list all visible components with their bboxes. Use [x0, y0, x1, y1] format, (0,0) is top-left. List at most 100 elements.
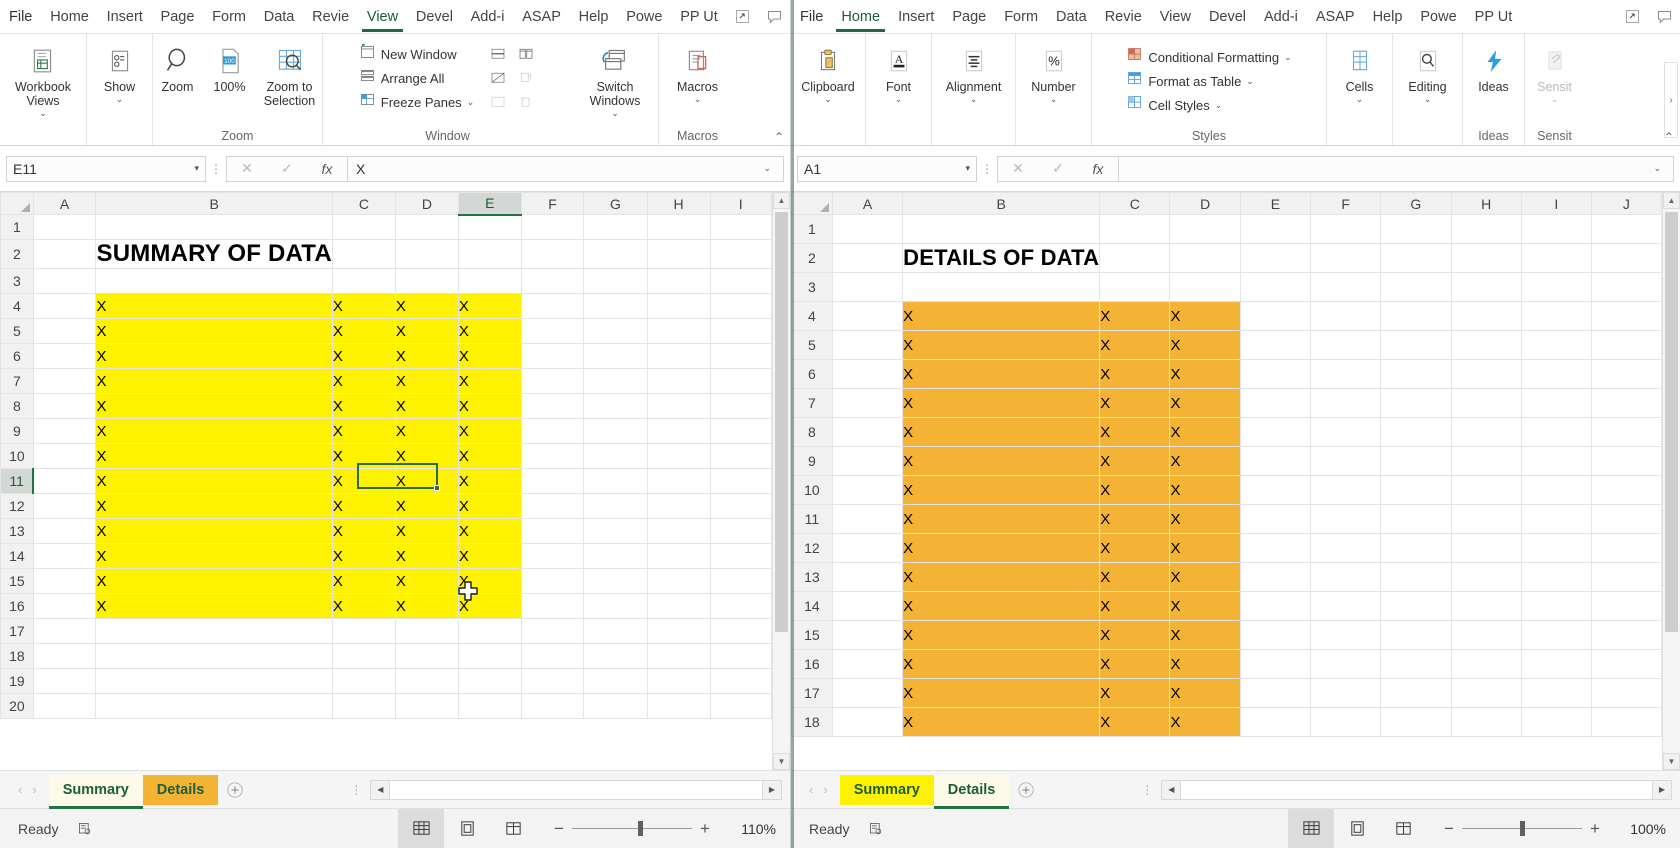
cell-F11[interactable]	[1309, 504, 1382, 534]
cell-G7[interactable]	[1380, 388, 1452, 418]
cell-F8[interactable]	[1309, 417, 1382, 447]
cell-C12[interactable]: X	[331, 493, 396, 519]
cell-F1[interactable]	[1309, 214, 1382, 244]
cell-E14[interactable]: X	[457, 543, 522, 569]
cell-I19[interactable]	[709, 668, 772, 694]
cell-C1[interactable]	[1099, 214, 1171, 244]
row-header-19[interactable]: 19	[0, 668, 34, 694]
ribbon-tab-page[interactable]: Page	[152, 0, 204, 33]
hscroll-right-button[interactable]: ▶	[1652, 779, 1672, 800]
cell-H11[interactable]	[1450, 504, 1522, 534]
cell-D14[interactable]: X	[1169, 591, 1241, 621]
ribbon-tab-pp-ut[interactable]: PP Ut	[1466, 0, 1522, 33]
row-header-17[interactable]: 17	[791, 678, 833, 708]
cell-I8[interactable]	[1520, 417, 1592, 447]
cell-E17[interactable]	[1239, 678, 1312, 708]
cell-D20[interactable]	[394, 693, 459, 719]
cell-G9[interactable]	[583, 418, 648, 444]
row-header-20[interactable]: 20	[0, 693, 34, 719]
cell-E8[interactable]: X	[457, 393, 522, 419]
cell-H17[interactable]	[646, 618, 711, 644]
column-header-F[interactable]: F	[1309, 192, 1382, 215]
row-header-7[interactable]: 7	[791, 388, 833, 418]
view-side-by-side-icon-button[interactable]	[513, 44, 539, 65]
cell-C14[interactable]: X	[331, 543, 396, 569]
cell-G11[interactable]	[1380, 504, 1452, 534]
cell-D3[interactable]	[1169, 272, 1241, 302]
cell-C10[interactable]: X	[331, 443, 396, 469]
cell-F6[interactable]	[520, 343, 585, 369]
page-break-preview-button-right[interactable]	[1380, 809, 1426, 848]
cell-E11[interactable]	[1239, 504, 1312, 534]
cell-C7[interactable]: X	[331, 368, 396, 394]
chevron-down-icon[interactable]: ⌄	[824, 95, 832, 104]
ribbon-tab-home[interactable]: Home	[832, 0, 889, 33]
hscroll-right-button[interactable]: ▶	[762, 779, 782, 800]
cell-F7[interactable]	[520, 368, 585, 394]
chevron-down-icon[interactable]: ⌄	[1356, 95, 1364, 104]
sheet-tab-summary[interactable]: Summary	[48, 774, 143, 809]
cell-B8[interactable]: X	[902, 417, 1101, 447]
cell-A5[interactable]	[32, 318, 97, 344]
tab-split-grip[interactable]: ⋮	[1133, 783, 1161, 797]
cell-E1[interactable]	[457, 214, 522, 240]
cell-B13[interactable]: X	[902, 562, 1101, 592]
cell-B3[interactable]	[95, 268, 333, 294]
horizontal-scrollbar[interactable]: ◀ ▶	[1161, 779, 1672, 801]
cell-J10[interactable]	[1590, 475, 1662, 505]
cell-I1[interactable]	[1520, 214, 1592, 244]
cell-J6[interactable]	[1590, 359, 1662, 389]
cell-E20[interactable]	[457, 693, 522, 719]
cell-E12[interactable]	[1239, 533, 1312, 563]
cell-J1[interactable]	[1590, 214, 1662, 244]
cell-E7[interactable]: X	[457, 368, 522, 394]
cell-H8[interactable]	[646, 393, 711, 419]
cell-H6[interactable]	[1450, 359, 1522, 389]
ribbon-tab-data[interactable]: Data	[255, 0, 303, 33]
cell-A1[interactable]	[32, 214, 97, 240]
cell-A18[interactable]	[32, 643, 97, 669]
cell-E5[interactable]	[1239, 330, 1312, 360]
cell-E6[interactable]: X	[457, 343, 522, 369]
cell-F16[interactable]	[1309, 649, 1382, 679]
zoom-100-button[interactable]: 100 100%	[205, 40, 255, 94]
ribbon-tab-form[interactable]: Form	[995, 0, 1047, 33]
split-window-icon-button[interactable]	[485, 44, 511, 65]
comments-icon[interactable]	[1648, 0, 1680, 33]
cancel-entry-button[interactable]: ✕	[227, 160, 267, 177]
name-box-left[interactable]: E11 ▾	[6, 155, 206, 182]
cell-B15[interactable]: X	[902, 620, 1101, 650]
cell-H12[interactable]	[646, 493, 711, 519]
cell-H18[interactable]	[1450, 707, 1522, 737]
cell-G2[interactable]	[1380, 243, 1452, 273]
cell-D17[interactable]	[394, 618, 459, 644]
vertical-scrollbar-left[interactable]: ▲ ▼	[772, 192, 790, 770]
cell-A5[interactable]	[831, 330, 904, 360]
select-all-corner[interactable]	[791, 192, 833, 215]
cell-D4[interactable]: X	[1169, 301, 1241, 331]
cell-F18[interactable]	[1309, 707, 1382, 737]
cell-D5[interactable]: X	[1169, 330, 1241, 360]
column-header-D[interactable]: D	[394, 192, 459, 215]
cell-E16[interactable]	[1239, 649, 1312, 679]
ribbon-tab-insert[interactable]: Insert	[98, 0, 152, 33]
column-header-C[interactable]: C	[1099, 192, 1171, 215]
cell-I6[interactable]	[709, 343, 772, 369]
cell-C2[interactable]	[1099, 243, 1171, 273]
normal-view-button-right[interactable]	[1288, 808, 1334, 848]
row-header-1[interactable]: 1	[791, 214, 833, 244]
column-header-H[interactable]: H	[1450, 192, 1522, 215]
cell-G5[interactable]	[1380, 330, 1452, 360]
cell-F13[interactable]	[520, 518, 585, 544]
cell-A9[interactable]	[831, 446, 904, 476]
cell-F15[interactable]	[520, 568, 585, 594]
cell-A15[interactable]	[831, 620, 904, 650]
cell-D3[interactable]	[394, 268, 459, 294]
ribbon-overflow-button-right[interactable]: ›	[1664, 62, 1678, 138]
chevron-down-icon[interactable]: ⌄	[467, 97, 475, 108]
cell-G13[interactable]	[583, 518, 648, 544]
accept-entry-button[interactable]: ✓	[1038, 160, 1078, 177]
cell-B20[interactable]	[95, 693, 333, 719]
insert-function-button[interactable]: fx	[1078, 161, 1118, 177]
cell-C2[interactable]	[331, 239, 396, 269]
